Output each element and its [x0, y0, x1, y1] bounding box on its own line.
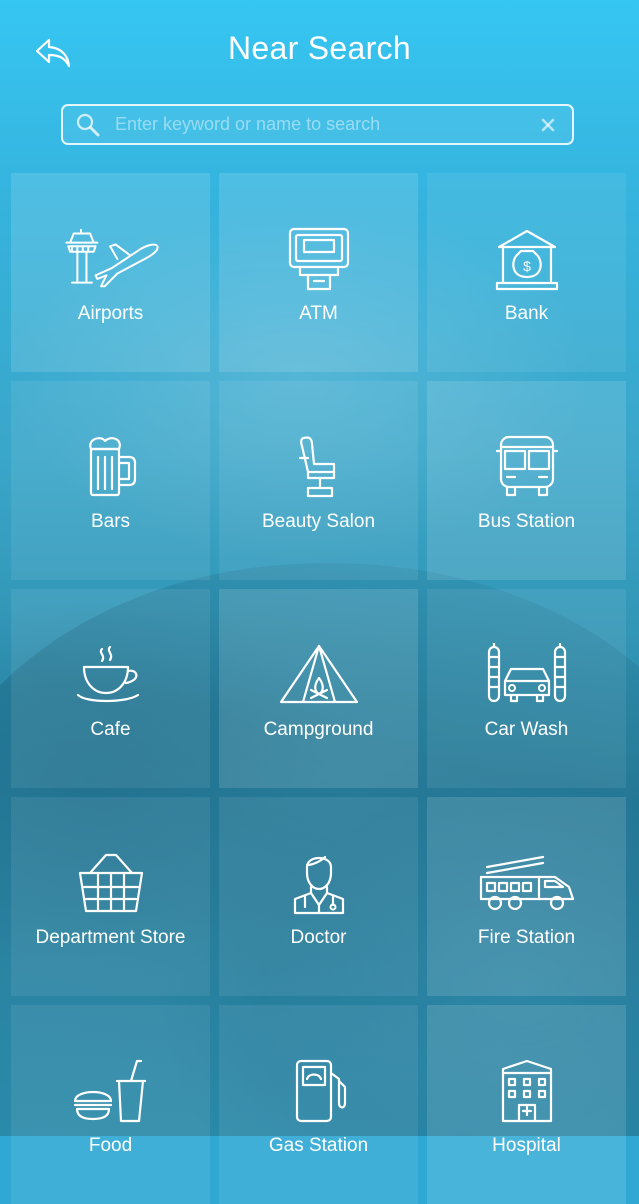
category-label: Cafe [90, 719, 131, 740]
clear-search-button[interactable] [530, 107, 566, 143]
svg-text:$: $ [523, 258, 531, 274]
category-label: Food [88, 1135, 133, 1156]
category-label: Bank [504, 303, 549, 324]
category-tile-hospital[interactable]: Hospital [427, 1005, 626, 1204]
category-tile-bank[interactable]: $ Bank [427, 173, 626, 372]
category-tile-atm[interactable]: ATM [219, 173, 418, 372]
doctor-icon [269, 849, 369, 917]
car-wash-icon [477, 641, 577, 709]
category-label: Airports [77, 303, 144, 324]
category-tile-campground[interactable]: Campground [219, 589, 418, 788]
category-tile-fire-station[interactable]: Fire Station [427, 797, 626, 996]
fast-food-icon [61, 1057, 161, 1125]
airport-icon [61, 225, 161, 293]
category-label: Car Wash [484, 719, 569, 740]
category-label: Campground [263, 719, 374, 740]
category-tile-department-store[interactable]: Department Store [11, 797, 210, 996]
bus-icon [477, 433, 577, 501]
category-label: Bus Station [477, 511, 576, 532]
category-tile-bus-station[interactable]: Bus Station [427, 381, 626, 580]
category-tile-car-wash[interactable]: Car Wash [427, 589, 626, 788]
header: Near Search [0, 0, 639, 100]
category-label: Doctor [290, 927, 347, 948]
salon-chair-icon [269, 433, 369, 501]
category-tile-doctor[interactable]: Doctor [219, 797, 418, 996]
search-input[interactable] [109, 106, 530, 143]
category-label: Beauty Salon [261, 511, 376, 532]
magnifier-icon [75, 112, 109, 138]
category-label: ATM [299, 303, 338, 324]
shopping-basket-icon [61, 849, 161, 917]
bank-icon: $ [477, 225, 577, 293]
search-bar[interactable] [61, 104, 574, 145]
tent-icon [269, 641, 369, 709]
beer-mug-icon [61, 433, 161, 501]
hospital-icon [477, 1057, 577, 1125]
category-tile-beauty-salon[interactable]: Beauty Salon [219, 381, 418, 580]
atm-icon [269, 225, 369, 293]
category-tile-bars[interactable]: Bars [11, 381, 210, 580]
fuel-pump-icon [269, 1057, 369, 1125]
coffee-cup-icon [61, 641, 161, 709]
category-label: Bars [90, 511, 131, 532]
category-tile-gas-station[interactable]: Gas Station [219, 1005, 418, 1204]
category-tile-cafe[interactable]: Cafe [11, 589, 210, 788]
category-label: Hospital [492, 1135, 561, 1156]
category-grid: Airports ATM $ Bank Bars Beauty Salon Bu… [11, 173, 626, 1204]
category-label: Department Store [35, 927, 186, 948]
page-title: Near Search [228, 30, 411, 66]
close-icon [541, 118, 555, 132]
fire-truck-icon [477, 849, 577, 917]
category-label: Gas Station [268, 1135, 369, 1156]
category-label: Fire Station [477, 927, 576, 948]
category-tile-airports[interactable]: Airports [11, 173, 210, 372]
category-tile-food[interactable]: Food [11, 1005, 210, 1204]
